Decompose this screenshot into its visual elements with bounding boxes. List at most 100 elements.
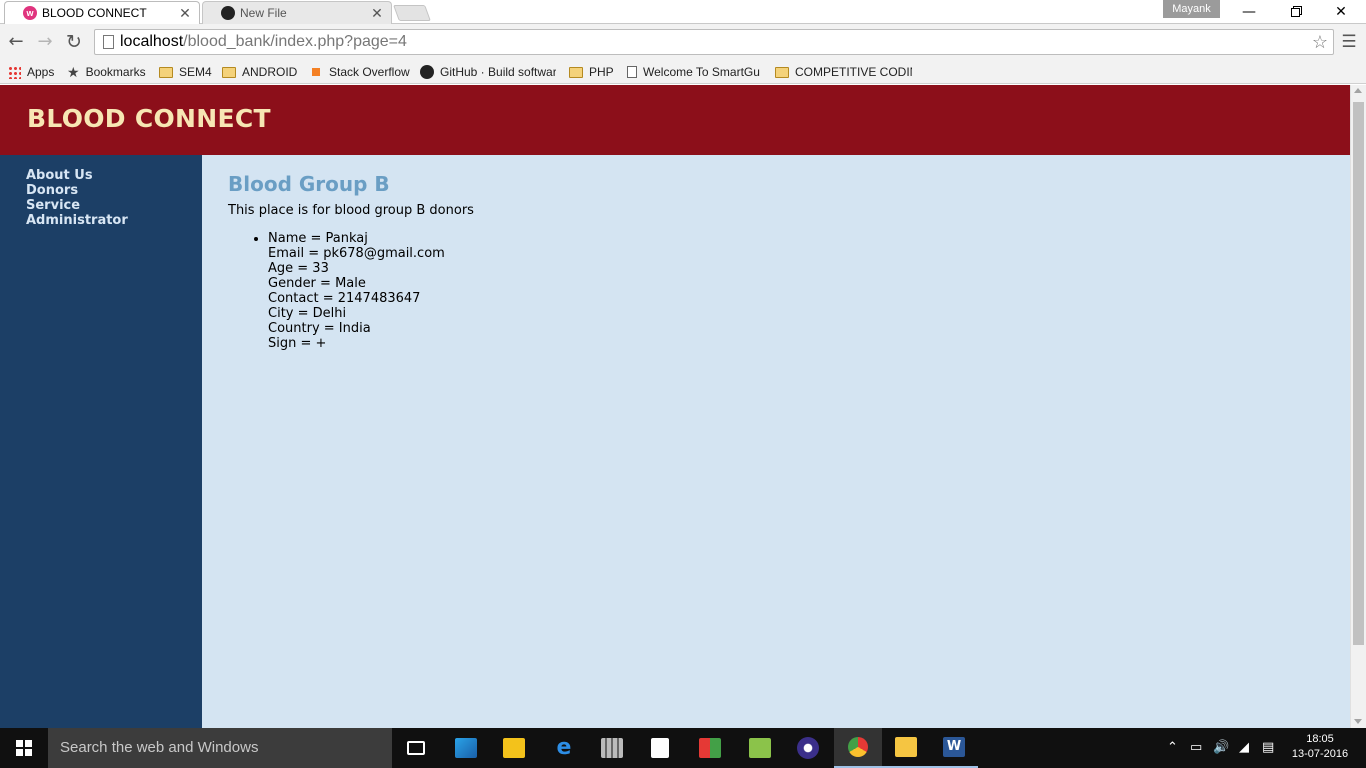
vertical-scrollbar[interactable] — [1350, 85, 1366, 728]
taskbar-app-2[interactable] — [490, 728, 538, 768]
new-tab-button[interactable] — [393, 5, 431, 21]
page-icon — [627, 66, 637, 78]
close-tab-icon[interactable]: ✕ — [369, 5, 385, 22]
donor-email: Email = pk678@gmail.com — [268, 246, 445, 261]
bookmark-label: PHP — [589, 65, 614, 79]
restore-button[interactable] — [1272, 0, 1318, 24]
nav-about-us-link[interactable]: About Us — [26, 168, 202, 183]
page-heading: Blood Group B — [228, 172, 390, 196]
bookmark-star-icon[interactable]: ☆ — [1312, 30, 1328, 54]
folder-icon — [222, 66, 236, 78]
donor-sign: Sign = + — [268, 336, 327, 351]
store-bag-icon — [651, 738, 669, 758]
nav-administrator-link[interactable]: Administrator — [26, 213, 202, 228]
bookmark-stack-overflow[interactable]: Stack Overflow — [309, 63, 413, 81]
page-icon — [103, 35, 114, 49]
bookmark-apps[interactable]: Apps — [8, 63, 60, 81]
apps-grid-icon — [8, 65, 21, 79]
donor-list-item: Name = Pankaj Email = pk678@gmail.com Ag… — [268, 231, 474, 351]
notifications-icon[interactable]: ▤ — [1262, 740, 1274, 755]
taskbar-search-box[interactable]: Search the web and Windows — [48, 728, 392, 768]
eclipse-icon — [797, 737, 819, 759]
tab-new-file[interactable]: New File ✕ — [202, 1, 392, 24]
chevron-up-icon[interactable]: ⌃ — [1167, 740, 1178, 755]
web-page: BLOOD CONNECT About Us Donors Service Ad… — [0, 85, 1350, 728]
folder-icon — [895, 737, 917, 757]
donor-age: Age = 33 — [268, 261, 329, 276]
nav-service-link[interactable]: Service — [26, 198, 202, 213]
url-text[interactable]: localhost/blood_bank/index.php?page=4 — [120, 30, 407, 54]
desktop-app-icon — [455, 738, 477, 758]
bookmark-sem4[interactable]: SEM4 — [159, 63, 215, 81]
clock-time: 18:05 — [1306, 733, 1334, 745]
forward-button[interactable]: → — [33, 30, 57, 54]
bookmark-android[interactable]: ANDROID — [222, 63, 300, 81]
github-icon — [221, 6, 235, 20]
site-header: BLOOD CONNECT — [0, 85, 1350, 155]
url-path: /blood_bank/index.php?page=4 — [183, 33, 407, 50]
taskbar-app-6[interactable] — [686, 728, 734, 768]
taskbar-app-4[interactable] — [588, 728, 636, 768]
taskbar-app-1[interactable] — [442, 728, 490, 768]
back-button[interactable]: ← — [4, 30, 28, 54]
star-icon: ★ — [67, 64, 80, 80]
taskbar-word[interactable]: W — [930, 728, 978, 768]
taskbar-edge[interactable]: e — [540, 728, 588, 768]
stackoverflow-icon — [309, 66, 323, 78]
windows-logo-icon — [16, 740, 32, 756]
download-app-icon — [749, 738, 771, 758]
bookmark-github[interactable]: GitHub · Build softwar — [420, 63, 556, 81]
bookmark-label: Bookmarks — [85, 65, 146, 79]
minimize-button[interactable]: — — [1226, 0, 1272, 24]
address-bar[interactable]: localhost/blood_bank/index.php?page=4 ☆ — [94, 29, 1334, 55]
taskbar-chrome[interactable] — [834, 728, 882, 768]
bookmark-label: SEM4 — [179, 65, 212, 79]
taskbar-clock[interactable]: 18:05 13-07-2016 — [1285, 732, 1355, 762]
bookmark-label: COMPETITIVE CODIN — [795, 65, 912, 79]
close-window-button[interactable]: ✕ — [1318, 0, 1364, 24]
word-icon: W — [943, 737, 965, 757]
scroll-thumb[interactable] — [1353, 102, 1364, 645]
tab-title: New File — [240, 6, 287, 20]
taskbar-file-explorer[interactable] — [882, 728, 930, 768]
taskbar-app-7[interactable] — [736, 728, 784, 768]
main-content: Blood Group B This place is for blood gr… — [228, 171, 474, 351]
site-title: BLOOD CONNECT — [27, 104, 271, 133]
tab-title: BLOOD CONNECT — [42, 6, 147, 20]
bookmark-label: GitHub · Build softwar — [440, 65, 556, 79]
scroll-down-icon[interactable] — [1354, 719, 1362, 724]
taskbar-store[interactable] — [636, 728, 684, 768]
clock-date: 13-07-2016 — [1291, 748, 1349, 760]
task-view-button[interactable] — [392, 728, 440, 768]
edge-icon: e — [556, 735, 572, 760]
volume-icon[interactable]: 🔊 — [1213, 740, 1229, 755]
taskbar-eclipse[interactable] — [784, 728, 832, 768]
sidebar: About Us Donors Service Administrator — [0, 155, 202, 728]
bookmark-bookmarks[interactable]: ★ Bookmarks — [67, 63, 152, 81]
start-button[interactable] — [0, 728, 48, 768]
donor-list: Name = Pankaj Email = pk678@gmail.com Ag… — [268, 231, 474, 351]
bookmark-label: Welcome To SmartGu — [643, 65, 760, 79]
donor-city: City = Delhi — [268, 306, 347, 321]
browser-toolbar: ← → ↻ localhost/blood_bank/index.php?pag… — [0, 24, 1366, 60]
profile-button[interactable]: Mayank — [1163, 0, 1220, 18]
github-icon — [420, 65, 434, 79]
task-view-icon — [407, 741, 425, 755]
donor-contact: Contact = 2147483647 — [268, 291, 421, 306]
bookmarks-bar: Apps ★ Bookmarks SEM4 ANDROID Stack Over… — [0, 60, 1366, 84]
nav-donors-link[interactable]: Donors — [26, 183, 202, 198]
reload-button[interactable]: ↻ — [62, 30, 86, 54]
battery-icon[interactable]: ▭ — [1190, 740, 1202, 755]
menu-icon[interactable]: ☰ — [1340, 30, 1358, 54]
puzzle-app-icon — [503, 738, 525, 758]
w-app-icon: w — [23, 6, 37, 20]
close-tab-icon[interactable]: ✕ — [177, 5, 193, 22]
donor-name: Name = Pankaj — [268, 231, 368, 246]
scroll-up-icon[interactable] — [1354, 88, 1362, 93]
tab-blood-connect[interactable]: w BLOOD CONNECT ✕ — [4, 1, 200, 24]
wifi-icon[interactable]: ◢ — [1239, 740, 1249, 755]
bookmark-smartgu[interactable]: Welcome To SmartGu — [627, 63, 767, 81]
bookmark-competitive-coding[interactable]: COMPETITIVE CODIN — [775, 63, 912, 81]
bookmark-php[interactable]: PHP — [569, 63, 617, 81]
taskbar: Search the web and Windows e W ⌃ ▭ 🔊 ◢ ▤… — [0, 728, 1366, 768]
